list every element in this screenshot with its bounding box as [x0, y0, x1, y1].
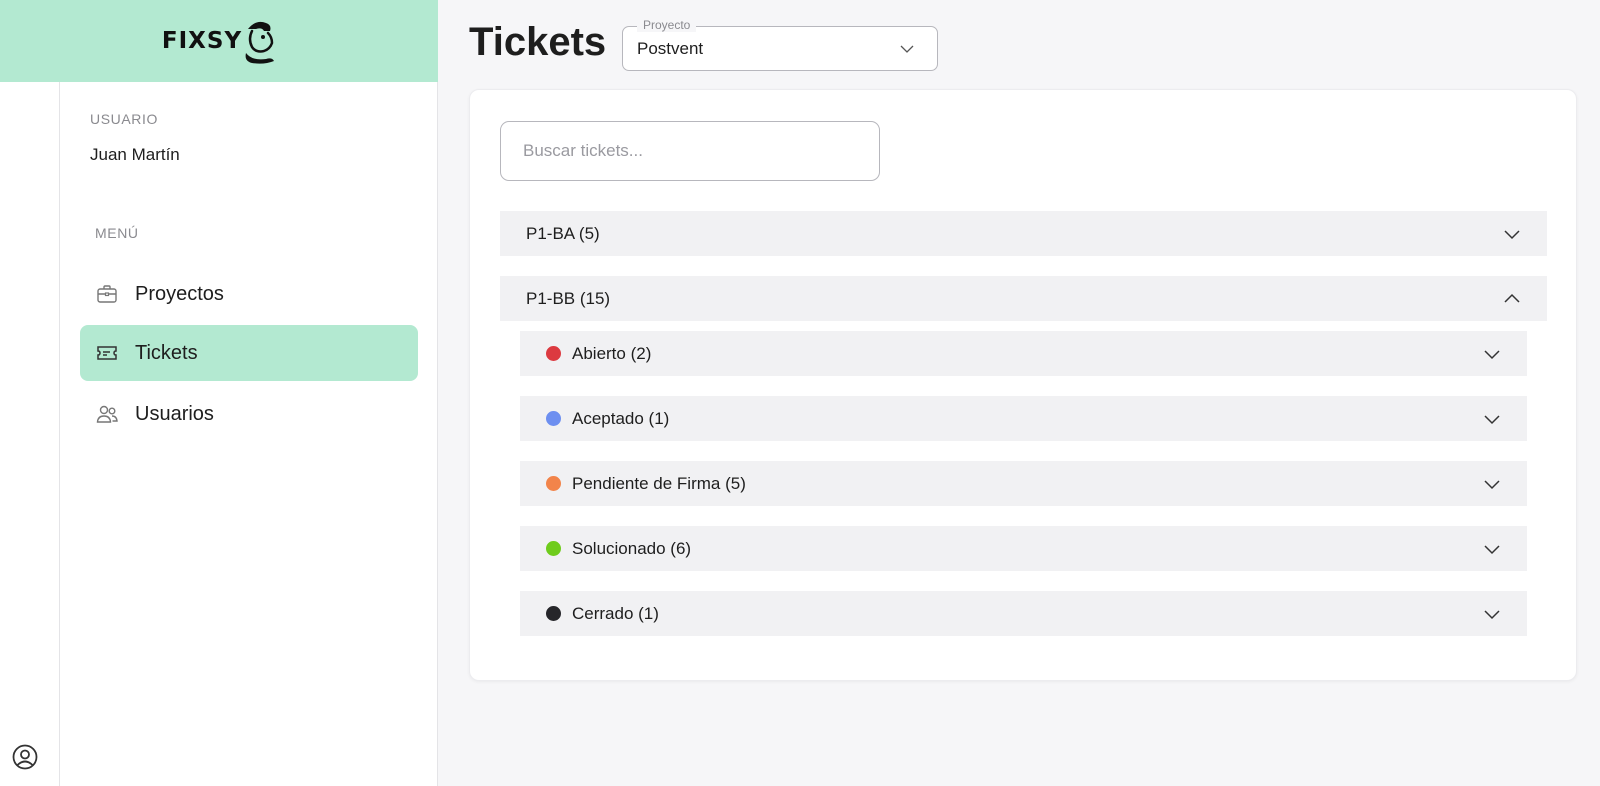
- status-dot-icon: [546, 411, 561, 426]
- group-label: P1-BB (15): [526, 288, 611, 308]
- sidebar-item-label: Usuarios: [135, 402, 214, 425]
- sidebar-item-tickets[interactable]: Tickets: [80, 325, 418, 381]
- status-label: Pendiente de Firma (5): [572, 473, 746, 493]
- user-name: Juan Martín: [90, 145, 180, 164]
- sidebar-item-label: Proyectos: [135, 282, 224, 305]
- chevron-down-icon: [1504, 230, 1520, 240]
- project-select[interactable]: Proyecto Postvent: [622, 18, 938, 71]
- chevron-down-icon: [1484, 545, 1500, 555]
- status-row-aceptado[interactable]: Aceptado (1): [520, 396, 1527, 441]
- status-dot-icon: [546, 346, 561, 361]
- status-dot-icon: [546, 606, 561, 621]
- status-row-solucionado[interactable]: Solucionado (6): [520, 526, 1527, 571]
- status-label: Solucionado (6): [572, 538, 692, 558]
- menu-section-label: MENÚ: [95, 225, 139, 241]
- briefcase-icon: [95, 282, 119, 306]
- sidebar-item-proyectos[interactable]: Proyectos: [80, 266, 418, 322]
- chevron-down-icon: [1484, 610, 1500, 620]
- app-logo[interactable]: FIXSY: [162, 17, 276, 65]
- logo-bar: FIXSY: [0, 0, 438, 82]
- users-icon: [95, 402, 119, 426]
- user-section-label: USUARIO: [90, 111, 158, 127]
- project-select-legend: Proyecto: [637, 18, 697, 32]
- beaver-logo-icon: [245, 21, 275, 64]
- sidebar: FIXSY USUARIO Juan Martín MENÚ Proyectos: [0, 0, 438, 786]
- chevron-down-icon: [1484, 350, 1500, 360]
- page-title: Tickets: [469, 20, 607, 64]
- status-label: Cerrado (1): [572, 603, 659, 623]
- status-row-abierto[interactable]: Abierto (2): [520, 331, 1527, 376]
- logo-text: FIXSY: [161, 28, 243, 54]
- search-input[interactable]: [500, 121, 880, 181]
- chevron-up-icon: [1504, 293, 1520, 303]
- status-dot-icon: [546, 476, 561, 491]
- status-dot-icon: [546, 541, 561, 556]
- ticket-icon: [95, 341, 119, 365]
- group-label: P1-BA (5): [526, 223, 600, 243]
- group-row-p1-ba[interactable]: P1-BA (5): [500, 211, 1547, 256]
- group-row-p1-bb[interactable]: P1-BB (15): [500, 276, 1547, 321]
- status-label: Aceptado (1): [572, 408, 670, 428]
- status-row-pendiente-de-firma[interactable]: Pendiente de Firma (5): [520, 461, 1527, 506]
- tickets-card: P1-BA (5) P1-BB (15) Abierto (2) Aceptad…: [469, 89, 1577, 681]
- sidebar-item-label: Tickets: [135, 341, 198, 364]
- chevron-down-icon: [1484, 415, 1500, 425]
- chevron-down-icon: [1484, 480, 1500, 490]
- project-select-value: Postvent: [637, 38, 704, 58]
- account-circle-icon[interactable]: [12, 744, 38, 770]
- icon-rail: [0, 82, 60, 786]
- status-label: Abierto (2): [572, 343, 652, 363]
- status-row-cerrado[interactable]: Cerrado (1): [520, 591, 1527, 636]
- chevron-down-icon: [900, 45, 914, 53]
- sidebar-item-usuarios[interactable]: Usuarios: [80, 386, 418, 442]
